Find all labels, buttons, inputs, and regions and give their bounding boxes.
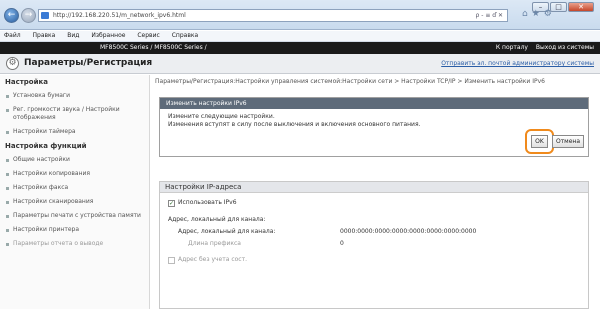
confirm-panel-text: Измените следующие настройки. Изменения … — [160, 109, 588, 133]
sidebar-item-output-report[interactable]: Параметры отчета о выводе — [0, 237, 149, 251]
menu-help[interactable]: Справка — [172, 32, 198, 39]
favicon-icon — [41, 12, 49, 19]
menu-edit[interactable]: Правка — [33, 32, 56, 39]
menu-file[interactable]: Файл — [4, 32, 21, 39]
sidebar-item-copy[interactable]: Настройки копирования — [0, 167, 149, 181]
menu-favorites[interactable]: Избранное — [91, 32, 125, 39]
link-local-label: Адрес, локальный для канала: — [178, 228, 276, 235]
page-title: Параметры/Регистрация — [24, 58, 153, 68]
portal-link[interactable]: К порталу — [496, 44, 528, 51]
sidebar-item-memory-print[interactable]: Параметры печати с устройства памяти — [0, 209, 149, 223]
sidebar-item-scan[interactable]: Настройки сканирования — [0, 195, 149, 209]
ip-settings-title: Настройки IP-адреса — [160, 182, 588, 193]
menu-view[interactable]: Вид — [67, 32, 79, 39]
sidebar-item-paper[interactable]: Установка бумаги — [0, 89, 149, 103]
device-bar: MF8500C Series / MF8500C Series / К порт… — [0, 42, 600, 54]
stateless-address-row[interactable]: ✓Адрес без учета сост. — [168, 256, 247, 264]
use-ipv6-checkbox[interactable]: ✓ — [168, 200, 175, 207]
ok-button[interactable]: OK — [531, 135, 548, 148]
use-ipv6-label: Использовать IPv6 — [178, 199, 237, 206]
menu-bar: Файл Правка Вид Избранное Сервис Справка — [0, 31, 600, 42]
sidebar-item-general[interactable]: Общие настройки — [0, 153, 149, 167]
breadcrumb: Параметры/Регистрация:Настройки управлен… — [155, 78, 545, 85]
device-model: MF8500C Series / MF8500C Series / — [100, 44, 207, 51]
address-tools[interactable]: ρ - ≡ ď ✕ — [476, 10, 503, 21]
sidebar-item-fax[interactable]: Настройки факса — [0, 181, 149, 195]
sidebar-item-volume-display[interactable]: Рег. громкости звука / Настройки отображ… — [0, 103, 149, 125]
sidebar-group-settings: Настройка — [5, 78, 48, 86]
gear-icon: ⚙ — [6, 57, 19, 70]
address-url: http://192.168.220.51/m_network_ipv6.htm… — [53, 12, 186, 19]
confirm-panel-title: Изменить настройки IPv6 — [160, 98, 588, 109]
address-bar[interactable]: http://192.168.220.51/m_network_ipv6.htm… — [38, 9, 508, 22]
main-content: Параметры/Регистрация:Настройки управлен… — [151, 75, 600, 309]
close-button[interactable]: ✕ — [568, 2, 594, 12]
use-ipv6-row[interactable]: ✓ Использовать IPv6 — [168, 199, 237, 207]
sidebar-group-functions: Настройка функций — [5, 142, 87, 150]
stateless-address-checkbox[interactable]: ✓ — [168, 257, 175, 264]
toolbar-icons[interactable]: ⌂★⚙ — [522, 9, 556, 19]
confirm-line-1: Измените следующие настройки. — [168, 113, 275, 120]
prefix-length-value: 0 — [340, 240, 344, 247]
menu-tools[interactable]: Сервис — [137, 32, 159, 39]
forward-arrow-icon[interactable]: → — [21, 8, 36, 23]
mail-admin-link[interactable]: Отправить эл. почтой администратору сист… — [441, 60, 594, 67]
link-local-heading: Адрес, локальный для канала: — [168, 216, 266, 223]
browser-chrome: – □ ✕ ← → http://192.168.220.51/m_networ… — [0, 0, 600, 30]
sidebar: Настройка Установка бумаги Рег. громкост… — [0, 75, 150, 309]
ip-settings-section: Настройки IP-адреса ✓ Использовать IPv6 А… — [159, 181, 589, 309]
prefix-length-label: Длина префикса — [188, 240, 241, 247]
confirm-panel: Изменить настройки IPv6 Измените следующ… — [159, 97, 589, 157]
back-arrow-icon[interactable]: ← — [4, 8, 19, 23]
stateless-address-label: Адрес без учета сост. — [178, 256, 247, 263]
link-local-value: 0000:0000:0000:0000:0000:0000:0000:0000 — [340, 228, 477, 235]
sidebar-item-printer[interactable]: Настройки принтера — [0, 223, 149, 237]
cancel-button[interactable]: Отмена — [552, 135, 584, 148]
logout-link[interactable]: Выход из системы — [536, 44, 594, 51]
sidebar-item-timer[interactable]: Настройки таймера — [0, 125, 149, 139]
confirm-line-2: Изменения вступят в силу после выключени… — [168, 121, 421, 128]
page-header: ⚙ Параметры/Регистрация Отправить эл. по… — [0, 54, 600, 74]
